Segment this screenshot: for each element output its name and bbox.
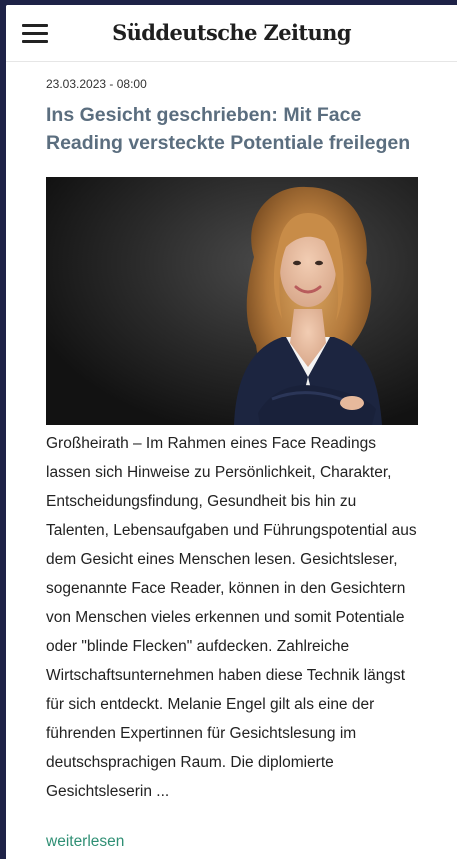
- article-photo[interactable]: [46, 177, 418, 425]
- browser-viewport: Süddeutsche Zeitung 23.03.2023 - 08:00 I…: [6, 5, 457, 859]
- article-title[interactable]: Ins Gesicht geschrieben: Mit Face Readin…: [46, 101, 426, 157]
- top-navigation-bar: Süddeutsche Zeitung: [6, 5, 457, 62]
- read-more-link[interactable]: weiterlesen: [46, 833, 124, 851]
- article-body: Großheirath – Im Rahmen eines Face Readi…: [46, 435, 417, 800]
- article-date: 23.03.2023 - 08:00: [46, 77, 147, 91]
- site-logo[interactable]: Süddeutsche Zeitung: [6, 20, 457, 45]
- portrait-illustration: [46, 177, 418, 425]
